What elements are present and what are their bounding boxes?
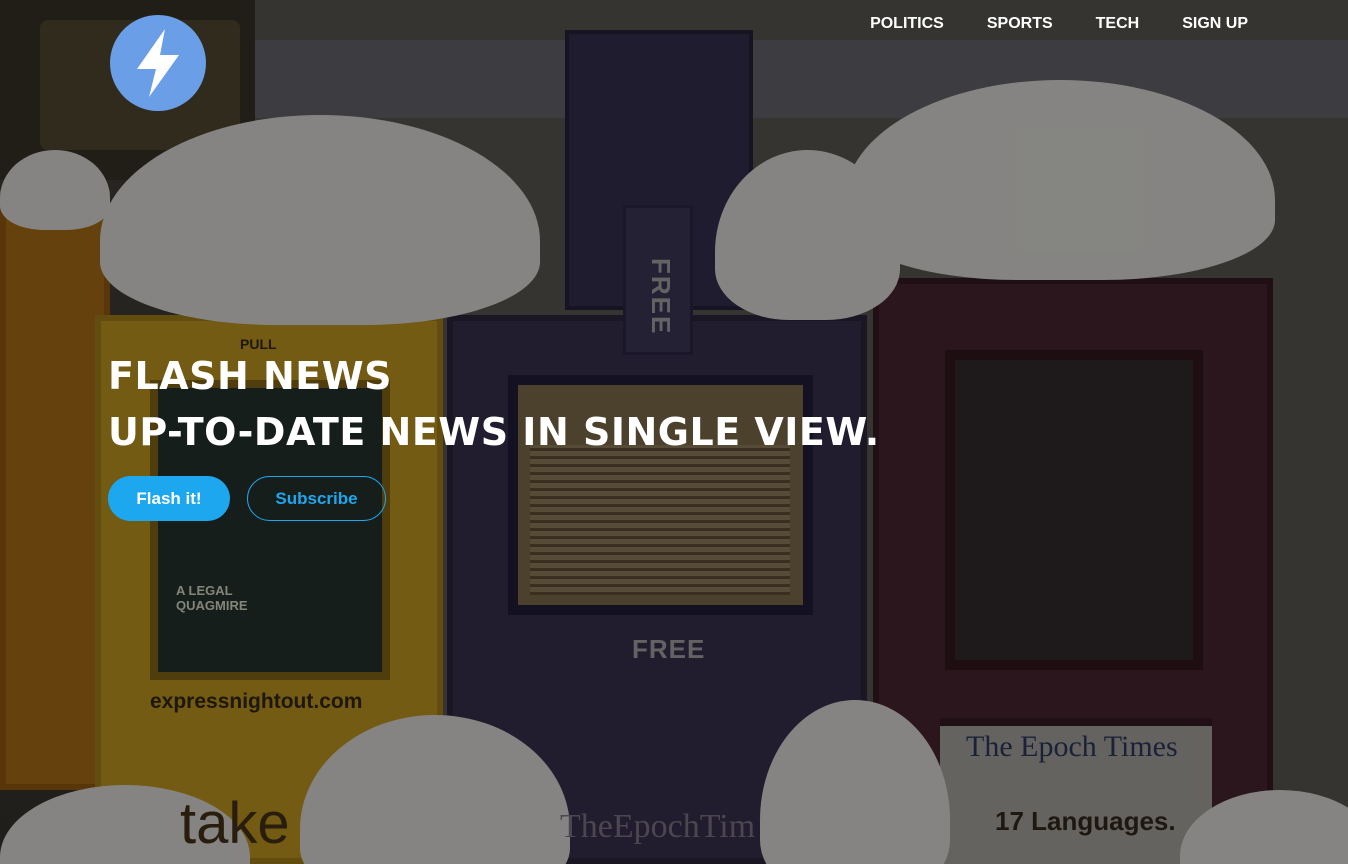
lightning-bolt-icon (137, 29, 179, 97)
top-nav: POLITICS SPORTS TECH SIGN UP (870, 14, 1248, 34)
hero-section: PULL FREE FREE A LEGAL QUAGMIRE expressn… (0, 0, 1348, 864)
subscribe-button[interactable]: Subscribe (247, 476, 386, 521)
flash-it-button[interactable]: Flash it! (108, 476, 230, 521)
hero-title: FLASH NEWS UP-TO-DATE NEWS IN SINGLE VIE… (108, 348, 880, 460)
logo[interactable] (110, 15, 206, 111)
hero-title-line2: UP-TO-DATE NEWS IN SINGLE VIEW. (108, 410, 880, 454)
nav-politics[interactable]: POLITICS (870, 14, 944, 34)
nav-sign-up[interactable]: SIGN UP (1182, 14, 1248, 34)
hero-title-line1: FLASH NEWS (108, 354, 393, 398)
nav-sports[interactable]: SPORTS (987, 14, 1053, 34)
nav-tech[interactable]: TECH (1096, 14, 1140, 34)
